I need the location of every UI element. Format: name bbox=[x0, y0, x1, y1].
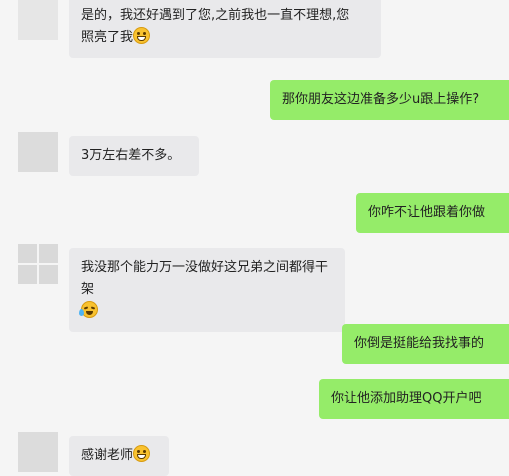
message-text-line2: 照亮了我 bbox=[81, 30, 134, 45]
contact-avatar[interactable] bbox=[18, 0, 58, 40]
grinning-face-emoji-icon bbox=[133, 445, 151, 462]
outgoing-message: 你咋不让他跟着你做 bbox=[356, 193, 509, 233]
avatar-tile bbox=[39, 244, 58, 263]
message-text: 你咋不让他跟着你做 bbox=[368, 205, 486, 220]
message-text: 3万左右差不多。 bbox=[81, 148, 181, 163]
message-text: 我没那个能力万一没做好这兄弟之间都得干架 bbox=[81, 260, 329, 297]
incoming-message: 感谢老师 bbox=[69, 436, 169, 476]
contact-avatar[interactable] bbox=[18, 432, 58, 472]
incoming-message: 是的，我还好遇到了您,之前我也一直不理想,您 照亮了我 bbox=[69, 0, 381, 58]
message-text: 那你朋友这边准备多少u跟上操作? bbox=[282, 92, 480, 107]
avatar-tile bbox=[39, 265, 58, 284]
message-text: 感谢老师 bbox=[81, 448, 134, 463]
outgoing-message: 那你朋友这边准备多少u跟上操作? bbox=[270, 80, 509, 120]
outgoing-message: 你倒是挺能给我找事的 bbox=[342, 324, 509, 364]
chat-window: { "messages": [ { "side": "in", "text": … bbox=[0, 0, 509, 476]
avatar-tile bbox=[18, 244, 37, 263]
contact-avatar[interactable] bbox=[18, 132, 58, 172]
crying-laughing-emoji-icon bbox=[79, 301, 98, 318]
avatar-tile bbox=[18, 265, 37, 284]
grinning-face-emoji-icon bbox=[133, 27, 151, 44]
message-text: 是的，我还好遇到了您,之前我也一直不理想,您 bbox=[81, 8, 350, 23]
incoming-message: 3万左右差不多。 bbox=[69, 136, 199, 176]
incoming-message: 我没那个能力万一没做好这兄弟之间都得干架 bbox=[69, 248, 345, 332]
group-avatar[interactable] bbox=[18, 244, 58, 284]
message-text: 你倒是挺能给我找事的 bbox=[354, 336, 485, 351]
outgoing-message: 你让他添加助理QQ开户吧 bbox=[319, 379, 509, 419]
message-text: 你让他添加助理QQ开户吧 bbox=[331, 391, 482, 406]
